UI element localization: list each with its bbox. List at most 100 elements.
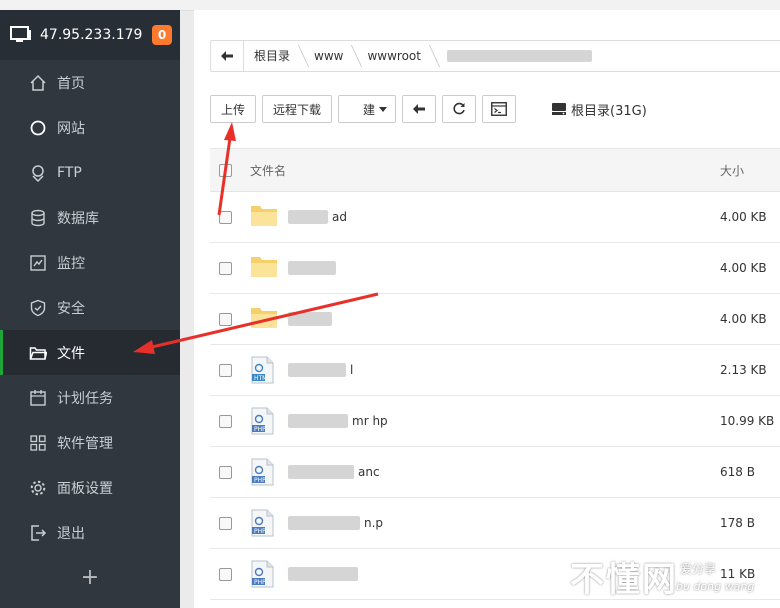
obscured-name xyxy=(288,312,332,326)
sidebar-item-globe[interactable]: 网站 xyxy=(0,105,180,150)
disk-label: 根目录(31G) xyxy=(571,103,647,119)
sidebar-item-label: 面板设置 xyxy=(57,480,113,497)
table-row[interactable]: PHP mr hp 10.99 KB xyxy=(210,396,780,447)
file-name-cell[interactable]: PHP anc xyxy=(250,458,630,486)
file-size: 4.00 KB xyxy=(720,312,767,326)
breadcrumb-root[interactable]: 根目录 xyxy=(244,41,304,71)
sidebar-item-label: FTP xyxy=(57,164,82,181)
ftp-icon xyxy=(29,164,47,182)
file-manager: 根目录 www wwwroot 上传 远程下载 建 根目录(31G) 文件名 大… xyxy=(194,10,780,608)
folder-icon xyxy=(250,254,278,282)
caret-down-icon xyxy=(379,106,388,112)
grid-icon xyxy=(29,434,47,452)
terminal-button[interactable] xyxy=(482,95,517,123)
file-name-cell[interactable]: PHP n.p xyxy=(250,509,630,537)
file-name-cell[interactable]: PHP mr hp xyxy=(250,407,630,435)
row-checkbox[interactable] xyxy=(219,210,232,224)
watermark-sub1: 爱分享 xyxy=(680,562,717,576)
row-checkbox[interactable] xyxy=(219,516,232,530)
obscured-name xyxy=(288,261,336,275)
breadcrumb-www[interactable]: www xyxy=(304,41,357,71)
sidebar-item-label: 计划任务 xyxy=(57,390,113,407)
sidebar-item-label: 软件管理 xyxy=(57,435,113,452)
svg-text:PHP: PHP xyxy=(254,579,266,586)
sidebar-nav: 首页网站 FTP 数据库 监控安全文件计划任务软件管理面板设置退出 xyxy=(0,60,180,555)
row-checkbox[interactable] xyxy=(219,567,232,581)
upload-button[interactable]: 上传 xyxy=(210,95,257,123)
new-dropdown-button[interactable]: 建 xyxy=(338,95,397,123)
add-button[interactable]: + xyxy=(0,565,180,590)
breadcrumb-wwwroot[interactable]: wwwroot xyxy=(357,41,435,71)
file-name-cell[interactable]: HTML l xyxy=(250,356,630,384)
file-name-cell[interactable]: ad xyxy=(250,203,630,231)
file-size: 4.00 KB xyxy=(720,261,767,275)
path-bar: 根目录 www wwwroot xyxy=(210,40,780,72)
row-checkbox[interactable] xyxy=(219,261,232,275)
obscured-name xyxy=(288,516,360,530)
table-row[interactable]: 4.00 KB xyxy=(210,243,780,294)
sidebar-item-label: 网站 xyxy=(57,120,85,137)
col-size-header[interactable]: 大小 xyxy=(720,162,744,179)
sidebar-item-ftp[interactable]: FTP xyxy=(0,150,180,195)
svg-text:PHP: PHP xyxy=(254,426,266,433)
new-dropdown-label: 建 xyxy=(363,102,376,117)
sidebar-item-monitor[interactable]: 监控 xyxy=(0,240,180,285)
php-file-icon: PHP xyxy=(250,509,278,537)
obscured-name xyxy=(288,465,354,479)
sidebar-item-grid[interactable]: 软件管理 xyxy=(0,420,180,465)
sidebar-item-label: 首页 xyxy=(57,75,85,92)
row-checkbox[interactable] xyxy=(219,312,232,326)
file-name-cell[interactable] xyxy=(250,305,630,333)
file-size: 618 B xyxy=(720,465,755,479)
path-back-button[interactable] xyxy=(211,41,244,71)
table-row[interactable]: PHP n.p 178 B xyxy=(210,498,780,549)
table-body: ad 4.00 KB 4.00 KB 4.00 KB HTML l 2.13 KB PHP mr… xyxy=(210,192,780,600)
watermark-main: 不懂网 xyxy=(570,560,678,600)
obscured-name xyxy=(288,363,346,377)
file-name-fragment: mr hp xyxy=(352,414,388,428)
html-file-icon: HTML xyxy=(250,356,278,384)
table-row[interactable]: PHP anc 618 B xyxy=(210,447,780,498)
refresh-button[interactable] xyxy=(442,95,477,123)
table-header: 文件名 大小 xyxy=(210,148,780,192)
home-icon xyxy=(29,74,47,92)
sidebar-item-calendar[interactable]: 计划任务 xyxy=(0,375,180,420)
arrow-left-icon xyxy=(221,51,233,61)
sidebar-item-home[interactable]: 首页 xyxy=(0,60,180,105)
gear-icon xyxy=(29,479,47,497)
server-ip: 47.95.233.179 xyxy=(40,27,143,43)
notification-badge[interactable]: 0 xyxy=(152,25,172,45)
table-row[interactable]: HTML l 2.13 KB xyxy=(210,345,780,396)
logout-icon xyxy=(29,524,47,542)
globe-icon xyxy=(29,119,47,137)
row-checkbox[interactable] xyxy=(219,363,232,377)
row-checkbox[interactable] xyxy=(219,465,232,479)
file-size: 10.99 KB xyxy=(720,414,775,428)
table-row[interactable]: 4.00 KB xyxy=(210,294,780,345)
table-row[interactable]: ad 4.00 KB xyxy=(210,192,780,243)
toolbar: 上传 远程下载 建 根目录(31G) xyxy=(210,94,647,124)
svg-text:HTML: HTML xyxy=(254,375,271,382)
disk-info[interactable]: 根目录(31G) xyxy=(552,100,647,119)
remote-download-button[interactable]: 远程下载 xyxy=(262,95,333,123)
hard-drive-icon xyxy=(552,103,567,115)
sidebar-item-gear[interactable]: 面板设置 xyxy=(0,465,180,510)
sidebar-item-logout[interactable]: 退出 xyxy=(0,510,180,555)
sidebar-item-shield[interactable]: 安全 xyxy=(0,285,180,330)
select-all-checkbox[interactable] xyxy=(219,163,232,177)
sidebar-item-label: 安全 xyxy=(57,300,85,317)
sidebar-item-label: 退出 xyxy=(57,525,85,542)
terminal-icon xyxy=(491,102,507,116)
svg-text:PHP: PHP xyxy=(254,477,266,484)
row-checkbox[interactable] xyxy=(219,414,232,428)
file-name-cell[interactable] xyxy=(250,254,630,282)
monitor-icon xyxy=(10,26,31,42)
col-name-header[interactable]: 文件名 xyxy=(250,162,720,179)
refresh-icon xyxy=(453,102,465,115)
file-size: 2.13 KB xyxy=(720,363,767,377)
back-button[interactable] xyxy=(402,95,437,123)
file-name-fragment: l xyxy=(350,363,354,377)
sidebar-item-database[interactable]: 数据库 xyxy=(0,195,180,240)
sidebar-item-folder[interactable]: 文件 xyxy=(0,330,180,375)
sidebar: 47.95.233.179 0 首页网站 FTP 数据库 监控安全文件计划任务软件管理… xyxy=(0,10,180,608)
